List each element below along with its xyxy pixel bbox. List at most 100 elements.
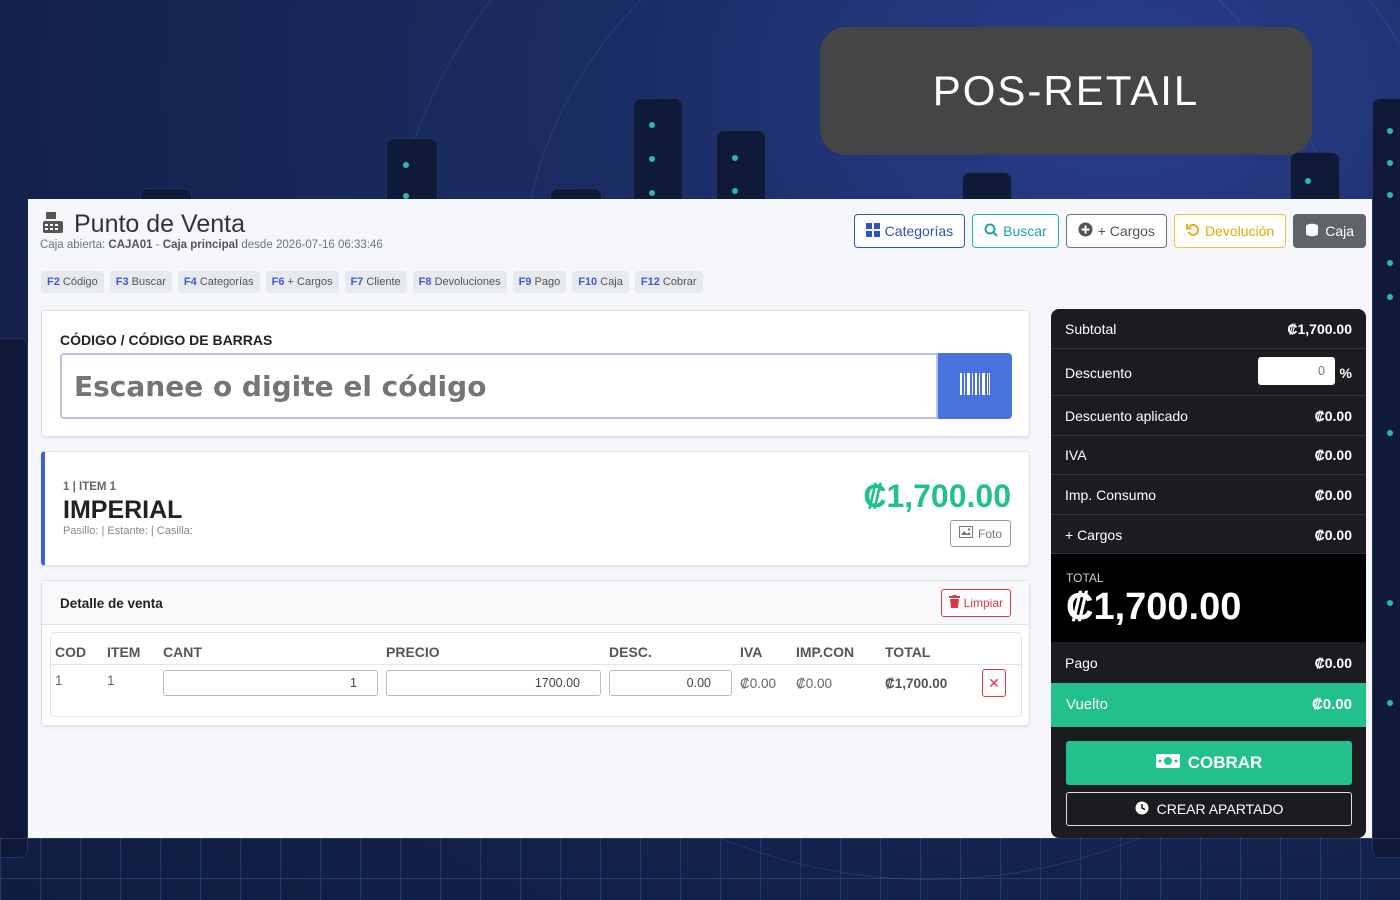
shortcut-key: F2 <box>47 276 60 288</box>
photo-button[interactable]: Foto <box>949 520 1011 547</box>
charges-button[interactable]: + Cargos <box>1065 214 1167 248</box>
since-label: desde <box>241 239 273 251</box>
shortcut-f8[interactable]: F8 Devoluciones <box>412 271 507 293</box>
shortcut-f4[interactable]: F4 Categorías <box>177 271 260 293</box>
charges-row-value: ₡0.00 <box>1314 527 1352 543</box>
discount-percent-input[interactable] <box>1258 357 1335 385</box>
search-button[interactable]: Buscar <box>972 214 1059 248</box>
cash-drawer-button[interactable]: Caja <box>1293 214 1366 248</box>
consumption-tax-row: Imp. Consumo ₡0.00 <box>1051 475 1366 515</box>
col-desc: DESC. <box>609 644 652 660</box>
caja-prefix: Caja abierta: <box>40 239 106 251</box>
close-icon: ✕ <box>988 674 1000 691</box>
subtotal-value: ₡1,700.00 <box>1287 321 1352 337</box>
col-cant: CANT <box>163 644 202 660</box>
return-label: Devolución <box>1204 223 1275 239</box>
photo-label: Foto <box>977 526 1002 541</box>
money-icon <box>1155 753 1180 774</box>
barcode-button[interactable] <box>938 353 1012 419</box>
col-total: TOTAL <box>885 644 931 660</box>
applied-discount-label: Descuento aplicado <box>1065 408 1188 424</box>
product-location: Pasillo: | Estante: | Casilla: <box>63 525 193 537</box>
shortcut-label: Categorías <box>199 276 254 288</box>
total-box: TOTAL ₡1,700.00 <box>1051 554 1366 642</box>
sale-detail-header: Detalle de venta Limpiar <box>42 581 1029 625</box>
cash-drawer-label: Caja <box>1325 223 1354 239</box>
shortcut-label: Código <box>62 276 98 288</box>
subtotal-label: Subtotal <box>1065 321 1117 337</box>
shortcut-f10[interactable]: F10 Caja <box>572 271 629 293</box>
coins-icon <box>1305 223 1320 240</box>
shortcut-key: F12 <box>640 276 660 288</box>
caja-status: Caja abierta: CAJA01 - Caja principal de… <box>40 239 383 251</box>
sale-detail-card: Detalle de venta Limpiar COD ITEM CANT P… <box>41 580 1030 726</box>
barcode-input[interactable] <box>60 353 938 419</box>
discount-row: Descuento % <box>1051 349 1366 396</box>
percent-sign: % <box>1339 365 1352 381</box>
create-layaway-button[interactable]: CREAR APARTADO <box>1066 792 1352 826</box>
col-precio: PRECIO <box>386 644 440 660</box>
payment-label: Pago <box>1065 655 1098 671</box>
shortcut-f2[interactable]: F2 Código <box>41 271 104 293</box>
consumption-tax-value: ₡0.00 <box>1314 487 1352 503</box>
create-layaway-label: CREAR APARTADO <box>1156 801 1284 817</box>
shortcut-label: Cliente <box>366 276 401 288</box>
current-product-card: 1 | ITEM 1 IMPERIAL Pasillo: | Estante: … <box>41 451 1030 566</box>
clear-label: Limpiar <box>963 596 1003 610</box>
charge-button[interactable]: COBRAR <box>1066 741 1352 785</box>
since-value: 2026-07-16 06:33:46 <box>275 239 383 251</box>
shortcut-label: Cobrar <box>662 276 697 288</box>
caja-separator: - <box>152 239 163 251</box>
shortcut-key: F6 <box>271 276 285 288</box>
shortcut-label: Caja <box>600 276 623 288</box>
table-divider <box>51 664 1021 665</box>
scanner-card: CÓDIGO / CÓDIGO DE BARRAS <box>41 310 1030 437</box>
remove-row-button[interactable]: ✕ <box>982 669 1006 697</box>
col-cod: COD <box>55 644 87 660</box>
consumption-tax-label: Imp. Consumo <box>1065 487 1157 503</box>
shortcut-f7[interactable]: F7 Cliente <box>344 271 407 293</box>
payment-value: ₡0.00 <box>1314 655 1352 671</box>
scanner-label: CÓDIGO / CÓDIGO DE BARRAS <box>60 332 273 348</box>
shortcut-key: F10 <box>578 276 598 288</box>
shortcut-key: F9 <box>518 276 532 288</box>
shortcut-key: F8 <box>418 276 432 288</box>
change-row: Vuelto ₡0.00 <box>1051 683 1366 727</box>
shortcut-f9[interactable]: F9 Pago <box>512 271 567 293</box>
shortcut-label: Devoluciones <box>434 276 501 288</box>
charges-label: + Cargos <box>1097 223 1155 239</box>
iva-label: IVA <box>1065 447 1087 463</box>
caja-code: CAJA01 <box>108 239 153 251</box>
barcode-icon <box>960 372 990 400</box>
charge-label: COBRAR <box>1187 753 1263 772</box>
quantity-input[interactable] <box>163 670 378 696</box>
payment-row: Pago ₡0.00 <box>1051 642 1366 683</box>
clear-button[interactable]: Limpiar <box>940 589 1011 617</box>
change-label: Vuelto <box>1066 696 1108 713</box>
categories-label: Categorías <box>884 223 954 239</box>
return-button[interactable]: Devolución <box>1173 214 1287 248</box>
charges-row-label: + Cargos <box>1065 527 1123 543</box>
toolbar: Categorías Buscar + Cargos Devolución Ca… <box>853 214 1366 248</box>
grid-icon <box>865 222 880 240</box>
brand-logo-text: POS-RETAIL <box>932 67 1200 114</box>
col-impcon: IMP.CON <box>796 644 855 660</box>
shortcut-f6[interactable]: F6 + Cargos <box>265 271 339 293</box>
subtotal-row: Subtotal ₡1,700.00 <box>1051 309 1366 349</box>
caja-name: Caja principal <box>162 239 239 251</box>
page-title: Punto de Venta <box>74 210 245 238</box>
col-iva: IVA <box>740 644 763 660</box>
shortcut-f3[interactable]: F3 Buscar <box>109 271 172 293</box>
price-input[interactable] <box>386 670 601 696</box>
categories-button[interactable]: Categorías <box>853 214 966 248</box>
shortcut-label: Buscar <box>131 276 166 288</box>
plus-circle-icon <box>1078 222 1093 240</box>
total-label: TOTAL <box>1066 571 1104 585</box>
page-header: Punto de Venta <box>40 209 245 240</box>
applied-discount-row: Descuento aplicado ₡0.00 <box>1051 396 1366 436</box>
discount-input[interactable] <box>609 670 732 696</box>
shortcut-f12[interactable]: F12 Cobrar <box>634 271 703 293</box>
cell-cod: 1 <box>55 673 63 688</box>
col-item: ITEM <box>107 644 141 660</box>
search-label: Buscar <box>1003 223 1047 239</box>
